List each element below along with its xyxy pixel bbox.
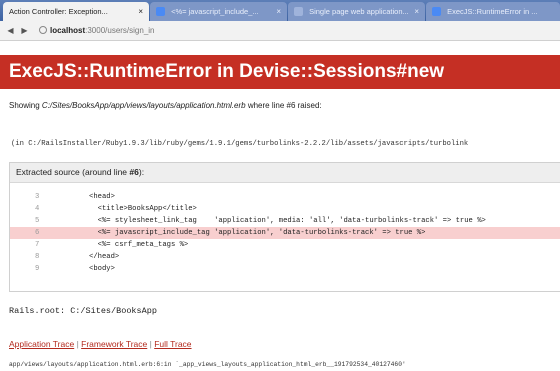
code-line: 7 <%= csrf_meta_tags %> [10,239,560,251]
extracted-header-close: ): [138,167,145,177]
line-number: 7 [35,241,40,249]
tab-label: Action Controller: Exception... [9,7,108,16]
full-trace-link[interactable]: Full Trace [154,339,191,349]
page-favicon-icon [432,6,441,16]
url-path: :3000/users/sign_in [85,26,155,35]
line-code: <title>BooksApp</title> [89,205,197,213]
exception-message: (in C:/RailsInstaller/Ruby1.9.3/lib/ruby… [11,140,469,148]
google-favicon-icon [156,6,165,16]
line-code: <%= javascript_include_tag 'application'… [89,229,426,237]
tab-label: Single page web application... [309,7,409,16]
tab-execjs-error[interactable]: ExecJS::RuntimeError in ... [426,2,560,21]
tab-label: ExecJS::RuntimeError in ... [447,7,538,16]
code-listing: 3 <head> 4 <title>BooksApp</title> 5 <%= … [10,183,560,275]
browser-tab-strip: Action Controller: Exception... × <%= ja… [0,0,560,21]
tab-action-controller[interactable]: Action Controller: Exception... × [3,2,149,21]
framework-trace-link[interactable]: Framework Trace [81,339,147,349]
close-tab-icon[interactable]: × [276,2,281,21]
line-number: 6 [35,229,40,237]
rails-root: Rails.root: C:/Sites/BooksApp [9,306,157,316]
showing-prefix: Showing [9,101,42,110]
globe-icon [39,25,47,34]
template-path: C:/Sites/BooksApp/app/views/layouts/appl… [41,101,246,110]
line-code: <%= stylesheet_link_tag 'application', m… [89,217,486,225]
code-line: 8 </head> [10,251,560,263]
application-trace-link[interactable]: Application Trace [9,339,74,349]
extracted-header-label: Extracted source (around line [16,167,130,177]
tab-single-page-app[interactable]: Single page web application... × [288,2,425,21]
page-favicon-icon [294,6,303,16]
error-title: ExecJS::RuntimeError in Devise::Sessions… [0,55,560,89]
extracted-source-header: Extracted source (around line #6): [10,163,560,183]
code-line: 9 <body> [10,263,560,275]
code-line: 3 <head> [10,191,560,203]
url-host: localhost [50,26,86,35]
application-trace-line: app/views/layouts/application.html.erb:6… [9,361,406,368]
trace-links: Application Trace | Framework Trace | Fu… [9,339,192,349]
line-number: 9 [35,265,40,273]
tab-label: <%= javascript_include_... [171,7,259,16]
line-number: 3 [35,193,40,201]
back-icon[interactable]: ◀ [5,25,16,36]
close-tab-icon[interactable]: × [414,2,419,21]
line-code: </head> [89,253,120,261]
line-number: 5 [35,217,40,225]
line-code: <%= csrf_meta_tags %> [89,241,189,249]
code-line: 5 <%= stylesheet_link_tag 'application',… [10,215,560,227]
line-number: 8 [35,253,40,261]
code-line: 4 <title>BooksApp</title> [10,203,560,215]
line-number: 4 [35,205,40,213]
extracted-source-panel: Extracted source (around line #6): 3 <hea… [9,162,560,292]
close-tab-icon[interactable]: × [138,2,143,21]
line-code: <body> [89,265,115,273]
forward-icon[interactable]: ▶ [19,25,30,36]
address-bar: ◀ ▶ localhost:3000/users/sign_in [0,21,560,41]
extracted-line-number: #6 [129,167,139,177]
showing-line: Showing C:/Sites/BooksApp/app/views/layo… [9,101,322,110]
url-field[interactable]: localhost:3000/users/sign_in [39,25,155,37]
showing-suffix: where line #6 raised: [245,101,322,110]
code-line-highlighted: 6 <%= javascript_include_tag 'applicatio… [10,227,560,239]
tab-javascript-include[interactable]: <%= javascript_include_... × [150,2,287,21]
line-code: <head> [89,193,115,201]
